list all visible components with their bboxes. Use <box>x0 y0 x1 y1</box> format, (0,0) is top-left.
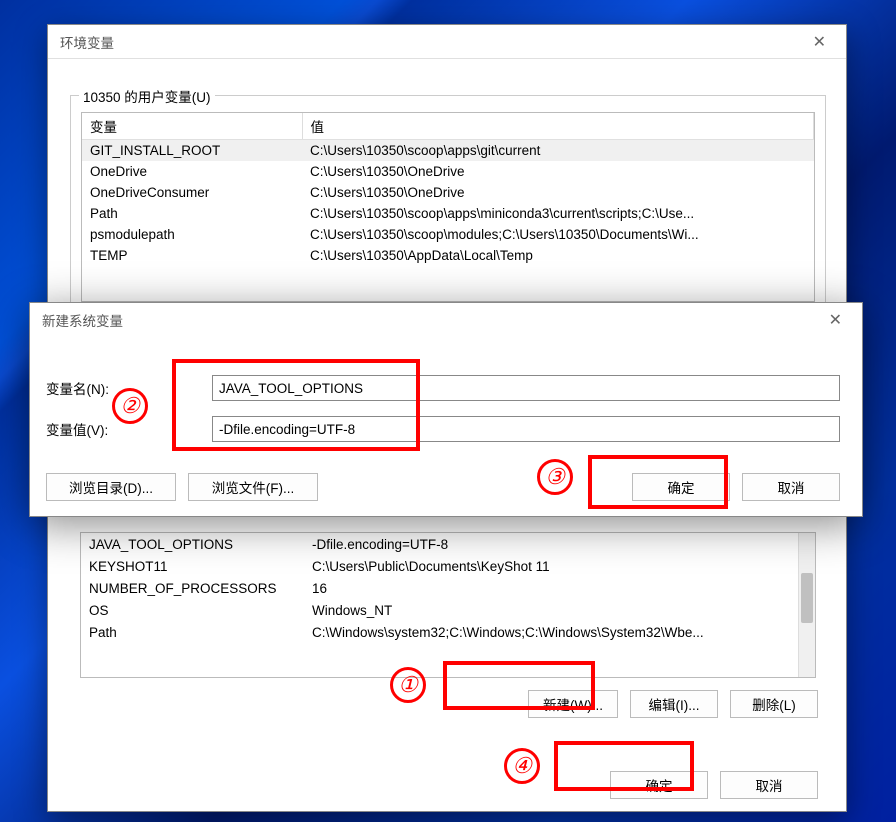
env-dialog-button-row: 确定 取消 <box>610 771 818 799</box>
cell-name: NUMBER_OF_PROCESSORS <box>81 577 304 599</box>
cancel-button[interactable]: 取消 <box>720 771 818 799</box>
system-button-row: 新建(W)... 编辑(I)... 删除(L) <box>528 690 818 718</box>
new-dialog-title: 新建系统变量 <box>42 310 123 330</box>
cell-value: C:\Windows\system32;C:\Windows;C:\Window… <box>304 621 815 643</box>
user-vars-group: 10350 的用户变量(U) 变量 值 GIT_INSTALL_ROOTC:\U… <box>70 95 826 325</box>
browse-file-button[interactable]: 浏览文件(F)... <box>188 473 318 501</box>
cell-name: JAVA_TOOL_OPTIONS <box>81 533 304 555</box>
env-dialog-titlebar[interactable]: 环境变量 ✕ <box>48 25 846 59</box>
table-row[interactable]: NUMBER_OF_PROCESSORS16 <box>81 577 815 599</box>
table-row[interactable]: OneDriveC:\Users\10350\OneDrive <box>82 161 814 182</box>
system-vars-table-wrap[interactable]: JAVA_TOOL_OPTIONS-Dfile.encoding=UTF-8KE… <box>80 532 816 678</box>
scrollbar-thumb[interactable] <box>801 573 813 623</box>
cell-value: C:\Users\10350\scoop\modules;C:\Users\10… <box>302 224 814 245</box>
new-button[interactable]: 新建(W)... <box>528 690 618 718</box>
cancel-button[interactable]: 取消 <box>742 473 840 501</box>
table-row[interactable]: GIT_INSTALL_ROOTC:\Users\10350\scoop\app… <box>82 140 814 162</box>
cell-value: C:\Users\10350\OneDrive <box>302 161 814 182</box>
cell-name: TEMP <box>82 245 302 266</box>
cell-name: Path <box>81 621 304 643</box>
user-vars-label: 10350 的用户变量(U) <box>79 86 215 106</box>
browse-dir-button[interactable]: 浏览目录(D)... <box>46 473 176 501</box>
value-label: 变量值(V): <box>46 419 212 439</box>
new-sysvar-dialog: 新建系统变量 ✕ 变量名(N): 变量值(V): 浏览目录(D)... 浏览文件… <box>29 302 863 517</box>
cell-value: C:\Users\10350\scoop\apps\miniconda3\cur… <box>302 203 814 224</box>
name-row: 变量名(N): <box>46 375 840 401</box>
user-vars-table-wrap[interactable]: 变量 值 GIT_INSTALL_ROOTC:\Users\10350\scoo… <box>81 112 815 302</box>
cell-name: KEYSHOT11 <box>81 555 304 577</box>
table-row[interactable]: PathC:\Users\10350\scoop\apps\miniconda3… <box>82 203 814 224</box>
user-vars-table: 变量 值 GIT_INSTALL_ROOTC:\Users\10350\scoo… <box>82 113 814 266</box>
scrollbar[interactable] <box>798 533 815 677</box>
cell-value: 16 <box>304 577 815 599</box>
cell-value: C:\Users\Public\Documents\KeyShot 11 <box>304 555 815 577</box>
cell-value: C:\Users\10350\OneDrive <box>302 182 814 203</box>
value-row: 变量值(V): <box>46 416 840 442</box>
variable-value-input[interactable] <box>212 416 840 442</box>
ok-button[interactable]: 确定 <box>610 771 708 799</box>
close-icon[interactable]: ✕ <box>821 310 850 330</box>
env-dialog-title: 环境变量 <box>60 32 114 52</box>
ok-button[interactable]: 确定 <box>632 473 730 501</box>
table-row[interactable]: PathC:\Windows\system32;C:\Windows;C:\Wi… <box>81 621 815 643</box>
close-icon[interactable]: ✕ <box>805 32 834 52</box>
col-value[interactable]: 值 <box>302 113 814 140</box>
table-row[interactable]: JAVA_TOOL_OPTIONS-Dfile.encoding=UTF-8 <box>81 533 815 555</box>
cell-value: -Dfile.encoding=UTF-8 <box>304 533 815 555</box>
table-row[interactable]: TEMPC:\Users\10350\AppData\Local\Temp <box>82 245 814 266</box>
cell-name: OneDrive <box>82 161 302 182</box>
new-dialog-button-row: 确定 取消 <box>632 473 840 501</box>
variable-name-input[interactable] <box>212 375 840 401</box>
cell-value: C:\Users\10350\scoop\apps\git\current <box>302 140 814 162</box>
table-row[interactable]: psmodulepathC:\Users\10350\scoop\modules… <box>82 224 814 245</box>
table-row[interactable]: OneDriveConsumerC:\Users\10350\OneDrive <box>82 182 814 203</box>
edit-button[interactable]: 编辑(I)... <box>630 690 718 718</box>
cell-name: Path <box>82 203 302 224</box>
cell-name: OS <box>81 599 304 621</box>
table-row[interactable]: KEYSHOT11C:\Users\Public\Documents\KeySh… <box>81 555 815 577</box>
table-row[interactable]: OSWindows_NT <box>81 599 815 621</box>
col-name[interactable]: 变量 <box>82 113 302 140</box>
cell-value: C:\Users\10350\AppData\Local\Temp <box>302 245 814 266</box>
system-vars-table: JAVA_TOOL_OPTIONS-Dfile.encoding=UTF-8KE… <box>81 533 815 643</box>
delete-button[interactable]: 删除(L) <box>730 690 818 718</box>
cell-name: psmodulepath <box>82 224 302 245</box>
cell-name: GIT_INSTALL_ROOT <box>82 140 302 162</box>
browse-button-row: 浏览目录(D)... 浏览文件(F)... <box>46 473 318 501</box>
name-label: 变量名(N): <box>46 378 212 398</box>
new-dialog-titlebar[interactable]: 新建系统变量 ✕ <box>30 303 862 337</box>
cell-name: OneDriveConsumer <box>82 182 302 203</box>
cell-value: Windows_NT <box>304 599 815 621</box>
